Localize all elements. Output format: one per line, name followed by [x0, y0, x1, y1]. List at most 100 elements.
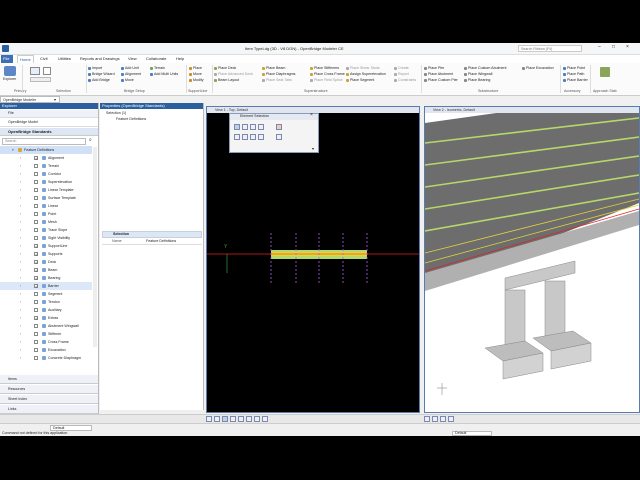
select-all-icon[interactable]: [276, 124, 282, 130]
tree-item[interactable]: › Sight Visibility: [0, 234, 92, 242]
visibility-checkbox[interactable]: [34, 268, 38, 272]
chevron-right-icon[interactable]: ›: [20, 218, 21, 226]
place-cross-frame-button[interactable]: Place Cross Frame: [310, 72, 345, 77]
explorer-search-input[interactable]: Search: [2, 138, 86, 145]
tree-item[interactable]: › Beam: [0, 266, 92, 274]
close-button[interactable]: ×: [626, 45, 629, 50]
constraints-button[interactable]: Constraints: [394, 78, 416, 83]
view-tool-icon[interactable]: [254, 416, 260, 422]
beam-layout-button[interactable]: Beam Layout: [214, 78, 239, 83]
terrain-button[interactable]: Terrain: [150, 66, 165, 71]
chevron-right-icon[interactable]: ›: [20, 154, 21, 162]
visibility-checkbox[interactable]: [34, 340, 38, 344]
tree-item[interactable]: › Linear Template: [0, 186, 92, 194]
search-ribbon-input[interactable]: Search Ribbon (F4): [518, 45, 582, 52]
place-custom-pier-button[interactable]: Place Custom Pier: [424, 78, 458, 83]
chevron-right-icon[interactable]: ›: [20, 162, 21, 170]
tree-item[interactable]: › Point: [0, 210, 92, 218]
menu-home[interactable]: Home: [17, 55, 34, 63]
tree-scrollbar[interactable]: [93, 147, 97, 347]
visibility-checkbox[interactable]: [34, 332, 38, 336]
visibility-checkbox[interactable]: [34, 220, 38, 224]
view-tool-icon[interactable]: [230, 416, 236, 422]
chevron-right-icon[interactable]: ›: [20, 210, 21, 218]
tree-item[interactable]: › Segment: [0, 290, 92, 298]
visibility-checkbox[interactable]: [34, 204, 38, 208]
chevron-right-icon[interactable]: ›: [20, 274, 21, 282]
chevron-right-icon[interactable]: ›: [20, 242, 21, 250]
place-custom-abutment-button[interactable]: Place Custom Abutment: [464, 66, 507, 71]
chevron-right-icon[interactable]: ›: [20, 250, 21, 258]
tree-item[interactable]: › Surface Template: [0, 194, 92, 202]
dialog-close-icon[interactable]: ×: [310, 113, 313, 118]
selection-filter-icon[interactable]: [43, 67, 51, 75]
selection-count[interactable]: Selection (1): [106, 111, 126, 116]
bridge-wizard-button[interactable]: Bridge Wizard: [88, 72, 115, 77]
place-bearing-button[interactable]: Place Bearing: [464, 78, 490, 83]
tree-item[interactable]: › Concrete Diaphragm: [0, 354, 92, 362]
visibility-checkbox[interactable]: [34, 324, 38, 328]
place-field-splice-button[interactable]: Place Field Splice: [310, 78, 343, 83]
tree-item[interactable]: › Alignment: [0, 154, 92, 162]
visibility-checkbox[interactable]: [34, 156, 38, 160]
individual-select-icon[interactable]: [234, 124, 240, 130]
visibility-checkbox[interactable]: [34, 300, 38, 304]
visibility-checkbox[interactable]: [34, 292, 38, 296]
selection-item[interactable]: Feature Definitions: [116, 117, 146, 122]
view-tool-icon[interactable]: [222, 416, 228, 422]
invert-mode-icon[interactable]: [250, 134, 256, 140]
place-stiffeners-button[interactable]: Place Stiffeners: [310, 66, 339, 71]
explorer-bottom-section[interactable]: Items: [0, 375, 98, 384]
visibility-checkbox[interactable]: [34, 316, 38, 320]
chevron-right-icon[interactable]: ›: [20, 178, 21, 186]
assign-superelevation-button[interactable]: Assign Superelevation: [346, 72, 386, 77]
view-tool-icon[interactable]: [448, 416, 454, 422]
explorer-bottom-section[interactable]: Resources: [0, 385, 98, 394]
tree-item[interactable]: › Excavation: [0, 346, 92, 354]
menu-help[interactable]: Help: [174, 55, 186, 63]
place-abutment-button[interactable]: Place Abutment: [424, 72, 453, 77]
chevron-right-icon[interactable]: ›: [20, 282, 21, 290]
view-tool-icon[interactable]: [432, 416, 438, 422]
menu-file[interactable]: File: [1, 55, 13, 63]
place-excavation-button[interactable]: Place Excavation: [522, 66, 554, 71]
view-tool-icon[interactable]: [214, 416, 220, 422]
view-tool-icon[interactable]: [262, 416, 268, 422]
approach-slab-icon[interactable]: [600, 67, 610, 77]
menu-collaborate[interactable]: Collaborate: [144, 55, 168, 63]
selection-tools-icon[interactable]: [30, 67, 40, 75]
visibility-checkbox[interactable]: [34, 212, 38, 216]
place-barrier-button[interactable]: Place Barrier: [563, 78, 588, 83]
view-1-canvas[interactable]: Y: [207, 113, 419, 412]
explorer-bottom-section[interactable]: Links: [0, 405, 98, 414]
place-point-button[interactable]: Place Point: [563, 66, 585, 71]
explorer-button[interactable]: Explorer: [3, 77, 16, 82]
visibility-checkbox[interactable]: [34, 284, 38, 288]
chevron-right-icon[interactable]: ›: [20, 298, 21, 306]
chevron-right-icon[interactable]: ›: [20, 266, 21, 274]
tree-item[interactable]: › Terrain: [0, 162, 92, 170]
add-multi-units-button[interactable]: Add Multi Units: [150, 72, 178, 77]
chevron-right-icon[interactable]: ›: [20, 306, 21, 314]
chevron-right-icon[interactable]: ›: [20, 226, 21, 234]
tree-item[interactable]: › Trace Slope: [0, 226, 92, 234]
tree-item[interactable]: › Superelevation: [0, 178, 92, 186]
status-level-selector[interactable]: Default: [452, 431, 492, 436]
view-tool-icon[interactable]: [206, 416, 212, 422]
supportline-place-button[interactable]: Place: [189, 66, 202, 71]
tree-item[interactable]: › Auxiliary: [0, 306, 92, 314]
workflow-selector[interactable]: OpenBridge Modeler ▾: [0, 96, 60, 103]
tree-item[interactable]: › Deck: [0, 258, 92, 266]
tree-item[interactable]: › Corridor: [0, 170, 92, 178]
view-tool-icon[interactable]: [246, 416, 252, 422]
place-seat-tabs-button[interactable]: Place Seat Tabs: [262, 78, 292, 83]
place-shear-studs-button[interactable]: Place Shear Studs: [346, 66, 380, 71]
visibility-checkbox[interactable]: [34, 180, 38, 184]
visibility-checkbox[interactable]: [34, 244, 38, 248]
explorer-section-model[interactable]: OpenBridge Model: [0, 119, 98, 127]
visibility-checkbox[interactable]: [34, 356, 38, 360]
add-unit-button[interactable]: Add Unit: [121, 66, 139, 71]
visibility-checkbox[interactable]: [34, 260, 38, 264]
visibility-checkbox[interactable]: [34, 164, 38, 168]
report-button[interactable]: Report: [394, 72, 409, 77]
